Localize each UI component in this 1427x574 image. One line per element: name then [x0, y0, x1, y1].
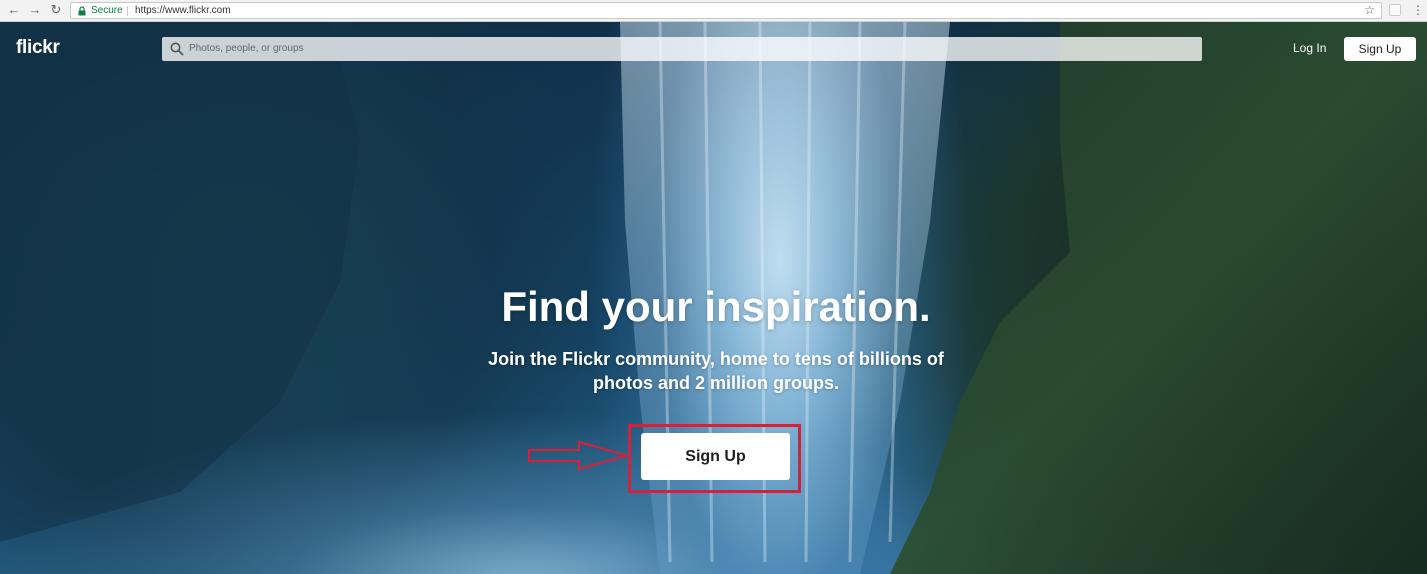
- hero-headline: Find your inspiration.: [501, 283, 931, 330]
- back-icon[interactable]: ←: [6, 2, 22, 18]
- secure-label: Secure: [91, 5, 123, 16]
- extension-icon[interactable]: [1389, 4, 1401, 16]
- star-icon[interactable]: ☆: [1364, 3, 1375, 18]
- hero-subline: Join the Flickr community, home to tens …: [488, 349, 944, 393]
- forward-icon[interactable]: →: [27, 2, 43, 18]
- search-placeholder: Photos, people, or groups: [189, 43, 304, 54]
- login-link[interactable]: Log In: [1293, 39, 1326, 57]
- menu-icon[interactable]: ⋮: [1412, 1, 1424, 19]
- address-bar[interactable]: Secure https://www.flickr.com ☆: [70, 2, 1382, 19]
- flickr-logo[interactable]: flickr: [16, 36, 60, 60]
- hero-section: flickr Photos, people, or groups Log In …: [0, 22, 1427, 574]
- lock-icon: [78, 6, 86, 16]
- browser-toolbar: ← → ↻ Secure https://www.flickr.com ☆ ⋮: [0, 0, 1427, 22]
- site-header: flickr Photos, people, or groups Log In …: [0, 22, 1427, 74]
- address-separator: [127, 6, 128, 16]
- red-arrow-annotation-icon: [528, 440, 631, 471]
- search-input[interactable]: Photos, people, or groups: [162, 37, 1202, 61]
- reload-icon[interactable]: ↻: [48, 2, 64, 18]
- search-icon: [170, 42, 184, 56]
- url-text[interactable]: https://www.flickr.com: [135, 4, 231, 18]
- header-signup-button[interactable]: Sign Up: [1344, 37, 1416, 61]
- hero-signup-button[interactable]: Sign Up: [641, 433, 790, 480]
